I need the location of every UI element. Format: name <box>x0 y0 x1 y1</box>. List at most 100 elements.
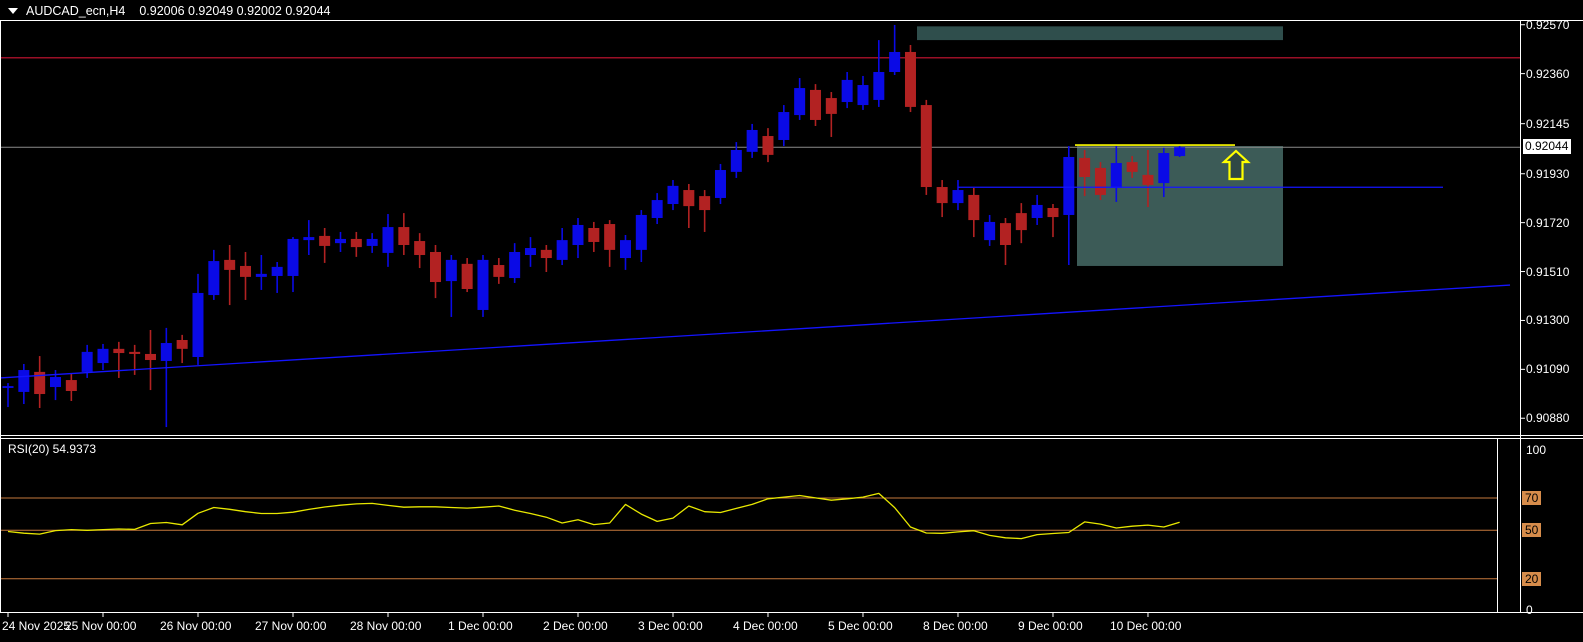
candle <box>493 258 505 284</box>
date-axis-label: 2 Dec 00:00 <box>543 619 608 633</box>
candle-body <box>1047 207 1059 218</box>
candle-body <box>778 112 790 140</box>
candle <box>841 71 853 109</box>
candle <box>651 193 663 225</box>
candle <box>1047 204 1059 238</box>
ascending-trendline[interactable] <box>0 284 1511 379</box>
candle <box>936 180 948 218</box>
candle <box>414 233 426 269</box>
price-axis-label: 0.92570 <box>1526 18 1570 32</box>
candle <box>208 249 220 300</box>
candle-body <box>319 235 331 246</box>
candle-body <box>857 85 869 106</box>
candle-body <box>509 251 521 279</box>
candle <box>1063 146 1075 266</box>
price-axis-label: 0.92360 <box>1526 67 1570 81</box>
candle-body <box>208 261 220 296</box>
candle-body <box>1094 167 1106 195</box>
candle <box>1015 203 1027 244</box>
candle <box>635 210 647 262</box>
candle-body <box>540 249 552 259</box>
candle-body <box>524 248 536 256</box>
mt4-chart-window: AUDCAD_ecn,H4 0.92006 0.92049 0.92002 0.… <box>0 0 1583 642</box>
demand-zone-rect[interactable] <box>1077 146 1283 266</box>
candle <box>873 40 885 107</box>
candle-body <box>2 386 14 388</box>
candle <box>334 231 346 252</box>
price-axis-label: 0.91930 <box>1526 167 1570 181</box>
candle-body <box>398 227 410 245</box>
candle-body <box>730 149 742 172</box>
candle <box>461 258 473 293</box>
date-axis-label: 8 Dec 00:00 <box>923 619 988 633</box>
chart-canvas[interactable] <box>0 0 1583 642</box>
candle-body <box>429 251 441 283</box>
date-axis-label: 28 Nov 00:00 <box>350 619 422 633</box>
candle <box>65 373 77 402</box>
candle <box>509 243 521 283</box>
candle-body <box>746 129 758 152</box>
candle <box>1031 194 1043 225</box>
candle <box>999 217 1011 266</box>
candle <box>889 24 901 76</box>
candle-body <box>129 351 141 354</box>
candle-body <box>999 223 1011 245</box>
candle <box>144 329 156 391</box>
rsi-level-tag: 50 <box>1522 523 1542 537</box>
candle-body <box>1110 163 1122 188</box>
candle <box>984 214 996 246</box>
price-axis-label: 0.92145 <box>1526 117 1570 131</box>
candle-body <box>825 98 837 114</box>
candle-body <box>224 259 236 270</box>
candle-body <box>1015 213 1027 231</box>
candle <box>619 234 631 270</box>
date-axis-label: 26 Nov 00:00 <box>160 619 232 633</box>
candle <box>683 183 695 228</box>
candle <box>524 237 536 267</box>
date-axis-label: 5 Dec 00:00 <box>828 619 893 633</box>
symbol-dropdown-icon[interactable] <box>8 8 18 14</box>
candle <box>224 244 236 306</box>
candle-body <box>683 190 695 207</box>
candle <box>794 78 806 120</box>
candle-body <box>1079 157 1091 178</box>
candle <box>97 343 109 371</box>
candle <box>319 228 331 263</box>
candle <box>2 383 14 408</box>
price-axis-label: 0.90880 <box>1526 411 1570 425</box>
candle <box>952 180 964 211</box>
rsi-level-tag: 20 <box>1522 572 1542 586</box>
rsi-axis-label: 0 <box>1526 603 1533 617</box>
candle <box>778 105 790 147</box>
candle-body <box>1142 174 1154 185</box>
candle <box>176 334 188 364</box>
supply-zone-rect[interactable] <box>917 26 1283 41</box>
candle-body <box>65 380 77 391</box>
candle-body <box>920 105 932 188</box>
candle <box>477 255 489 317</box>
price-axis-label: 0.91510 <box>1526 265 1570 279</box>
candle-body <box>699 196 711 211</box>
candle-body <box>1063 156 1075 215</box>
candle <box>904 44 916 113</box>
candle-body <box>604 224 616 250</box>
candle-body <box>556 240 568 260</box>
candle-body <box>952 190 964 204</box>
candle <box>113 341 125 378</box>
candle <box>968 187 980 238</box>
candle <box>18 363 30 405</box>
candle-body <box>651 200 663 218</box>
candle-body <box>714 170 726 198</box>
candle <box>255 255 267 290</box>
candle-body <box>619 240 631 259</box>
candle <box>239 251 251 300</box>
candle-body <box>334 238 346 244</box>
date-axis-label: 24 Nov 2025 <box>2 619 71 633</box>
candle-body <box>113 348 125 354</box>
candle-body <box>1158 153 1170 184</box>
date-axis-label: 10 Dec 00:00 <box>1110 619 1182 633</box>
candle-body <box>350 238 362 248</box>
candle-body <box>271 266 283 276</box>
candle <box>746 123 758 158</box>
candle-body <box>635 214 647 250</box>
